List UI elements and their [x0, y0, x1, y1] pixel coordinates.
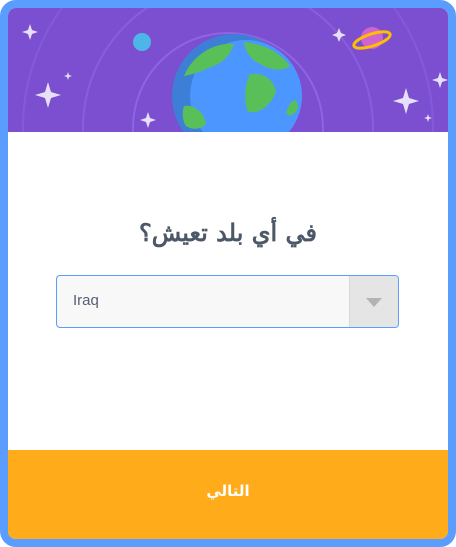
star-icon — [424, 114, 432, 122]
star-icon — [64, 72, 72, 80]
star-icon — [432, 72, 448, 88]
country-dialog: في أي بلد تعيش؟ Iraq التالي — [0, 0, 456, 547]
country-select[interactable]: Iraq — [56, 275, 399, 328]
select-arrow-button[interactable] — [349, 276, 398, 327]
globe-illustration — [172, 34, 302, 132]
planet-icon — [352, 27, 392, 50]
question-title: في أي بلد تعيش؟ — [138, 218, 318, 247]
dialog-header-illustration — [8, 8, 448, 132]
chevron-down-icon — [366, 298, 382, 307]
next-button-label: التالي — [206, 482, 250, 500]
dialog-body: في أي بلد تعيش؟ Iraq — [8, 132, 448, 450]
star-icon — [393, 88, 419, 114]
star-icon — [22, 24, 38, 40]
star-icon — [140, 112, 156, 128]
moon-icon — [133, 33, 151, 51]
space-illustration — [22, 8, 448, 132]
country-select-value: Iraq — [73, 292, 99, 309]
star-icon — [35, 82, 61, 108]
next-button[interactable]: التالي — [8, 450, 448, 539]
